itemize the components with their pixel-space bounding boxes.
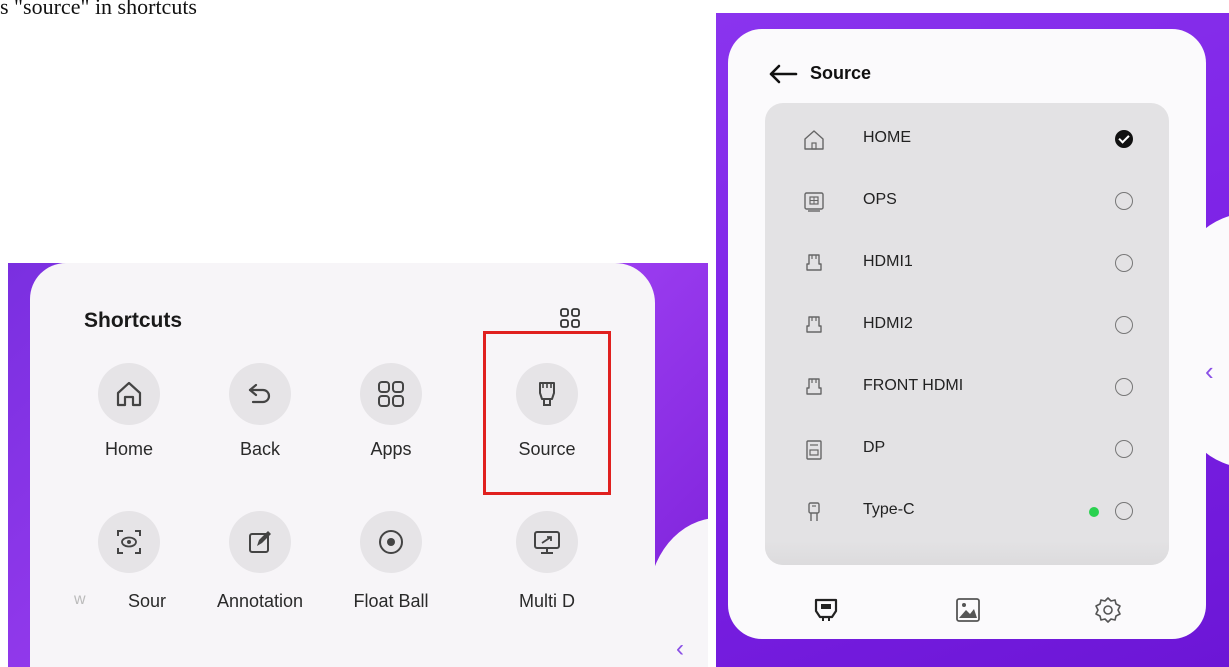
ops-icon [804,192,824,212]
image-icon[interactable] [953,595,983,625]
home-icon [116,381,142,407]
shortcut-label: Float Ball [353,591,429,611]
radio-unchecked[interactable] [1115,440,1133,458]
shortcut-label-partial: w [74,591,86,608]
hdmi-icon [806,254,822,271]
multi-display-icon [534,531,560,554]
shortcut-home[interactable]: Home [74,363,184,473]
source-label: HOME [863,129,911,146]
source-label: OPS [863,191,897,208]
home-icon [804,130,824,150]
caption: s "source" in shortcuts [0,0,197,19]
source-title: Source [810,63,872,83]
shortcut-icon-bg [360,363,422,425]
shortcut-label: Annotation [216,591,304,611]
shortcut-multi-display[interactable]: Multi D [492,511,602,621]
source-item-hdmi1[interactable]: HDMI1 [765,233,1169,295]
shortcut-label-partial: Sour [128,591,167,611]
source-item-type-c[interactable]: Type-C [765,481,1169,543]
shortcut-icon-bg [229,363,291,425]
radio-checked[interactable] [1115,130,1133,148]
shortcut-label: Apps [370,439,412,459]
shortcut-back[interactable]: Back [205,363,315,473]
hdmi-icon [806,316,822,333]
shortcut-icon-bg [229,511,291,573]
back-icon [248,383,271,404]
back-arrow-icon[interactable] [768,64,798,84]
source-item-home[interactable]: HOME [765,109,1169,171]
shortcut-label: Back [239,439,281,459]
canvas: s "source" in shortcuts ‹ Shortcuts Home [0,0,1229,667]
shortcut-annotation[interactable]: Annotation [205,511,315,621]
source-icon[interactable] [811,595,841,625]
radio-unchecked[interactable] [1115,502,1133,520]
source-label: Type-C [863,501,915,518]
type-c-icon [808,502,820,521]
panel-side-tab[interactable] [1178,213,1229,468]
shortcut-icon-bg [360,511,422,573]
source-screenshot: ‹ Source HOME OPS HDMI1 HDMI2 FRONT HDMI… [716,13,1229,667]
source-bottom-bar [765,589,1169,629]
apps-icon [378,381,404,407]
list-overflow-fade [765,541,1169,565]
chevron-left-icon[interactable]: ‹ [676,635,684,663]
shortcut-apps[interactable]: Apps [336,363,446,473]
source-label: HDMI1 [863,253,913,270]
source-label: FRONT HDMI [863,377,964,394]
source-item-dp[interactable]: DP [765,419,1169,481]
radio-unchecked[interactable] [1115,316,1133,334]
grid-edit-icon[interactable] [559,307,581,329]
screen-eye-icon [117,530,141,554]
highlight-box [483,331,611,495]
source-item-hdmi2[interactable]: HDMI2 [765,295,1169,357]
radio-unchecked[interactable] [1115,192,1133,210]
hdmi-icon [806,378,822,395]
shortcuts-title: Shortcuts [84,309,183,332]
source-item-ops[interactable]: OPS [765,171,1169,233]
shortcut-label: Home [104,439,153,459]
shortcut-float-ball[interactable]: Float Ball [336,511,446,621]
radio-unchecked[interactable] [1115,254,1133,272]
source-label: DP [863,439,886,456]
source-header: Source [768,63,871,84]
chevron-left-icon[interactable]: ‹ [1205,356,1214,387]
shortcuts-screenshot: ‹ Shortcuts Home Back Apps Source w Sour… [8,263,708,667]
source-list: HOME OPS HDMI1 HDMI2 FRONT HDMI DP Type-… [765,103,1169,565]
source-item-front-hdmi[interactable]: FRONT HDMI [765,357,1169,419]
float-ball-icon [379,530,403,554]
shortcut-icon-bg [98,511,160,573]
gear-icon[interactable] [1093,595,1123,625]
signal-indicator [1089,507,1099,517]
radio-unchecked[interactable] [1115,378,1133,396]
shortcut-icon-bg [516,511,578,573]
shortcut-icon-bg [98,363,160,425]
annotation-icon [249,531,271,553]
dp-icon [806,440,822,460]
source-label: HDMI2 [863,315,913,332]
shortcut-label: Multi D [518,591,575,611]
